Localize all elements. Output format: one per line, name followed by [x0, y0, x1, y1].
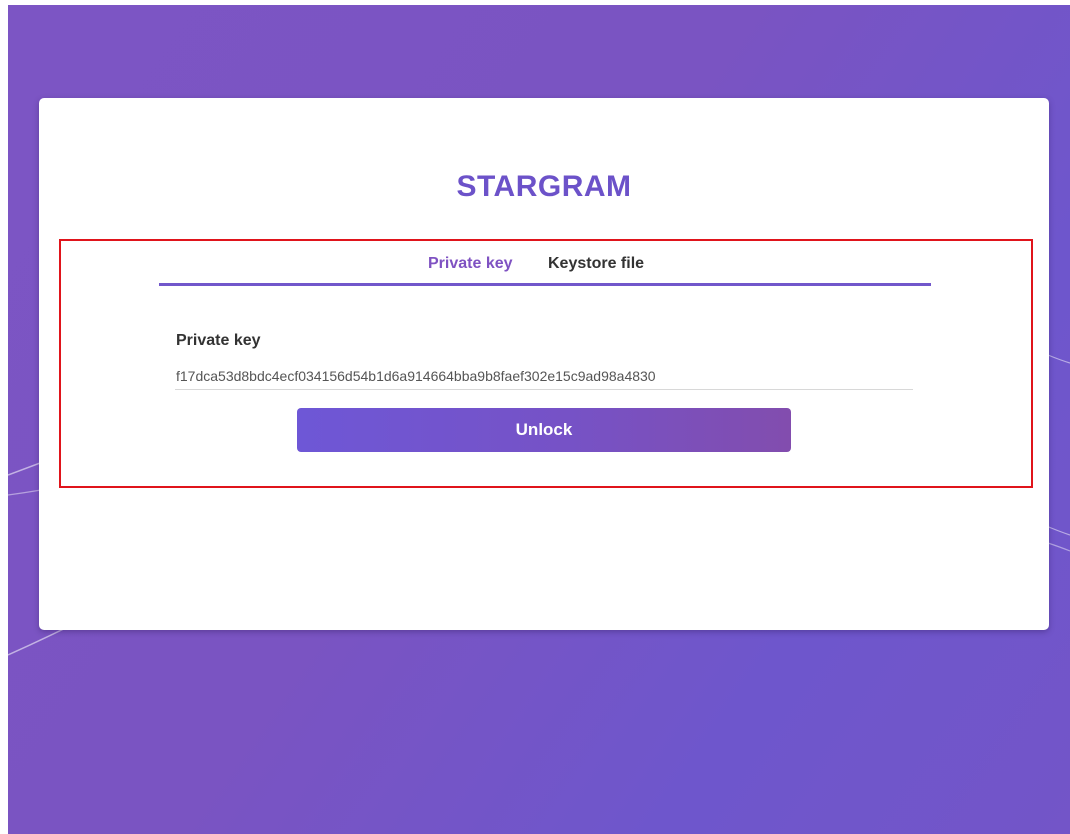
private-key-input[interactable] [175, 362, 913, 390]
brand-title: STARGRAM [456, 170, 632, 203]
unlock-button[interactable]: Unlock [297, 408, 791, 452]
private-key-label: Private key [176, 332, 261, 349]
login-page-background: STARGRAM Private key Keystore file Priva… [8, 5, 1070, 834]
tab-keystore-file[interactable]: Keystore file [548, 255, 644, 273]
login-method-tabs: Private key Keystore file [159, 248, 931, 286]
tab-private-key[interactable]: Private key [428, 255, 513, 273]
login-card: STARGRAM Private key Keystore file Priva… [39, 98, 1049, 630]
